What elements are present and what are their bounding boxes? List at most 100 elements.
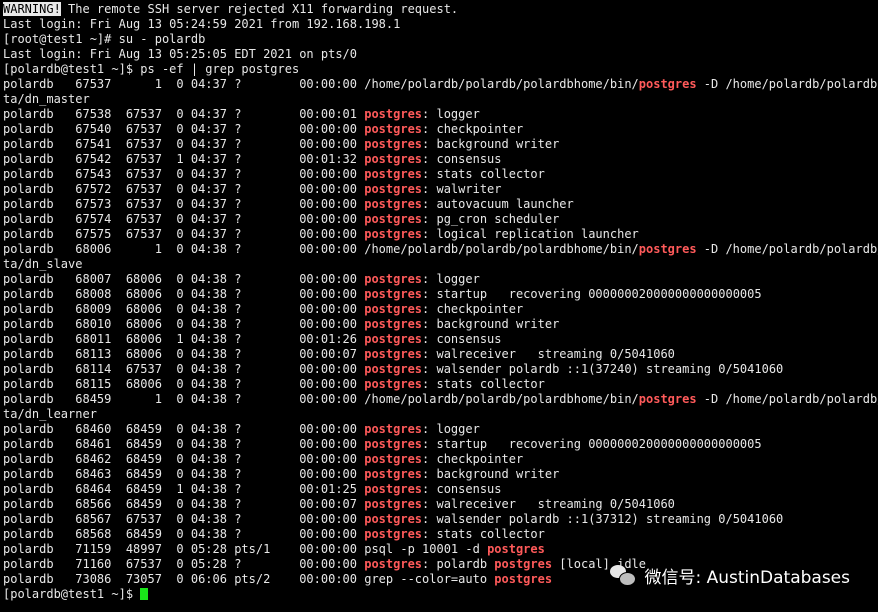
terminal-text: polardb 67575 67537 0 04:37 ? 00:00:00	[3, 227, 365, 241]
terminal-text: : background writer	[422, 317, 560, 331]
terminal-text: polardb 68567 67537 0 04:38 ? 00:00:00	[3, 512, 365, 526]
terminal-line: polardb 68459 1 0 04:38 ? 00:00:00 /home…	[3, 392, 878, 407]
terminal-text: The remote SSH server rejected X11 forwa…	[60, 2, 459, 16]
terminal-line: polardb 68006 1 0 04:38 ? 00:00:00 /home…	[3, 242, 878, 257]
grep-match: postgres	[364, 212, 423, 226]
terminal-text: polardb 68011 68006 1 04:38 ? 00:01:26	[3, 332, 365, 346]
terminal-text: polardb 68463 68459 0 04:38 ? 00:00:00	[3, 467, 365, 481]
terminal-text: : checkpointer	[422, 302, 524, 316]
grep-match: postgres	[364, 272, 423, 286]
grep-match: postgres	[364, 512, 423, 526]
terminal-text: Last login: Fri Aug 13 05:25:05 EDT 2021…	[3, 47, 358, 61]
terminal-text: : logger	[422, 107, 480, 121]
grep-match: postgres	[638, 242, 697, 256]
grep-match: postgres	[638, 77, 697, 91]
terminal-line: polardb 68461 68459 0 04:38 ? 00:00:00 p…	[3, 437, 878, 452]
grep-match: postgres	[364, 557, 423, 571]
terminal-line: polardb 67543 67537 0 04:37 ? 00:00:00 p…	[3, 167, 878, 182]
terminal-line: polardb 68463 68459 0 04:38 ? 00:00:00 p…	[3, 467, 878, 482]
terminal-line: polardb 71159 48997 0 05:28 pts/1 00:00:…	[3, 542, 878, 557]
terminal-text: polardb 67574 67537 0 04:37 ? 00:00:00	[3, 212, 365, 226]
terminal-text: : background writer	[422, 137, 560, 151]
grep-match: postgres	[364, 437, 423, 451]
watermark-text: 微信号: AustinDatabases	[644, 568, 850, 588]
grep-match: postgres	[364, 197, 423, 211]
terminal-text: polardb 67573 67537 0 04:37 ? 00:00:00	[3, 197, 365, 211]
terminal-text: polardb 67538 67537 0 04:37 ? 00:00:01	[3, 107, 365, 121]
terminal-text: polardb 68009 68006 0 04:38 ? 00:00:00	[3, 302, 365, 316]
terminal-text: : walsender polardb ::1(37312) streaming…	[422, 512, 784, 526]
terminal-text: polardb 68010 68006 0 04:38 ? 00:00:00	[3, 317, 365, 331]
terminal-text: : walreceiver streaming 0/5041060	[422, 347, 675, 361]
terminal-line: polardb 68115 68006 0 04:38 ? 00:00:00 p…	[3, 377, 878, 392]
terminal-line: polardb 67574 67537 0 04:37 ? 00:00:00 p…	[3, 212, 878, 227]
terminal-line: polardb 68011 68006 1 04:38 ? 00:01:26 p…	[3, 332, 878, 347]
grep-match: postgres	[364, 482, 423, 496]
terminal-line: [polardb@test1 ~]$	[3, 587, 878, 602]
terminal-line: polardb 67538 67537 0 04:37 ? 00:00:01 p…	[3, 107, 878, 122]
terminal-text: polardb 68007 68006 0 04:38 ? 00:00:00	[3, 272, 365, 286]
terminal-line: polardb 67537 1 0 04:37 ? 00:00:00 /home…	[3, 77, 878, 92]
terminal-output[interactable]: WARNING! The remote SSH server rejected …	[3, 2, 878, 602]
terminal-text: polardb 67572 67537 0 04:37 ? 00:00:00	[3, 182, 365, 196]
terminal-line: WARNING! The remote SSH server rejected …	[3, 2, 878, 17]
terminal-text: polardb 68115 68006 0 04:38 ? 00:00:00	[3, 377, 365, 391]
terminal-text: [root@test1 ~]# su - polardb	[3, 32, 206, 46]
terminal-text: ta/dn_slave	[3, 257, 83, 271]
terminal-text: polardb 68464 68459 1 04:38 ? 00:01:25	[3, 482, 365, 496]
terminal-text: polardb 68113 68006 0 04:38 ? 00:00:07	[3, 347, 365, 361]
terminal-line: polardb 68010 68006 0 04:38 ? 00:00:00 p…	[3, 317, 878, 332]
wechat-icon	[610, 564, 637, 587]
terminal-line: ta/dn_slave	[3, 257, 878, 272]
terminal-text: : consensus	[422, 332, 502, 346]
terminal-text: ta/dn_master	[3, 92, 90, 106]
terminal-line: polardb 67573 67537 0 04:37 ? 00:00:00 p…	[3, 197, 878, 212]
terminal-text: polardb 67543 67537 0 04:37 ? 00:00:00	[3, 167, 365, 181]
terminal-text: : walreceiver streaming 0/5041060	[422, 497, 675, 511]
terminal-text: : logger	[422, 422, 480, 436]
terminal-text: -D /home/polardb/polardb/da	[703, 392, 878, 406]
text-cursor	[140, 588, 149, 600]
grep-match: postgres	[364, 362, 423, 376]
grep-match: postgres	[364, 122, 423, 136]
terminal-text: : pg_cron scheduler	[422, 212, 560, 226]
terminal-line: [polardb@test1 ~]$ ps -ef | grep postgre…	[3, 62, 878, 77]
terminal-text: -D /home/polardb/polardb/da	[703, 77, 878, 91]
terminal-text: : walsender polardb ::1(37240) streaming…	[422, 362, 784, 376]
terminal-line: polardb 68568 68459 0 04:38 ? 00:00:00 p…	[3, 527, 878, 542]
terminal-text: : autovacuum launcher	[422, 197, 574, 211]
warning-label: WARNING!	[3, 2, 61, 16]
terminal-text: polardb 67537 1 0 04:37 ? 00:00:00 /home…	[3, 77, 639, 91]
terminal-text: : consensus	[422, 482, 502, 496]
watermark: 微信号: AustinDatabases	[610, 563, 850, 588]
terminal-line: polardb 67541 67537 0 04:37 ? 00:00:00 p…	[3, 137, 878, 152]
terminal-text: : startup recovering 0000000200000000000…	[422, 437, 762, 451]
terminal-line: polardb 68007 68006 0 04:38 ? 00:00:00 p…	[3, 272, 878, 287]
grep-match: postgres	[364, 497, 423, 511]
grep-match: postgres	[494, 557, 553, 571]
terminal-text: polardb 68462 68459 0 04:38 ? 00:00:00	[3, 452, 365, 466]
terminal-text: : polardb	[422, 557, 495, 571]
terminal-text: : stats collector	[422, 167, 545, 181]
terminal-line: polardb 67575 67537 0 04:37 ? 00:00:00 p…	[3, 227, 878, 242]
grep-match: postgres	[364, 287, 423, 301]
terminal-text: polardb 73086 73057 0 06:06 pts/2 00:00:…	[3, 572, 495, 586]
terminal-text: : stats collector	[422, 377, 545, 391]
terminal-line: polardb 67540 67537 0 04:37 ? 00:00:00 p…	[3, 122, 878, 137]
grep-match: postgres	[364, 302, 423, 316]
grep-match: postgres	[638, 392, 697, 406]
terminal-text: : stats collector	[422, 527, 545, 541]
terminal-text: polardb 68459 1 0 04:38 ? 00:00:00 /home…	[3, 392, 639, 406]
terminal-text: polardb 68461 68459 0 04:38 ? 00:00:00	[3, 437, 365, 451]
grep-match: postgres	[364, 227, 423, 241]
terminal-line: polardb 68566 68459 0 04:38 ? 00:00:07 p…	[3, 497, 878, 512]
terminal-text: : walwriter	[422, 182, 502, 196]
grep-match: postgres	[487, 542, 545, 556]
terminal-line: polardb 67542 67537 1 04:37 ? 00:01:32 p…	[3, 152, 878, 167]
terminal-text: [polardb@test1 ~]$	[3, 587, 141, 601]
grep-match: postgres	[364, 467, 423, 481]
terminal-text: -D /home/polardb/polardb/da	[703, 242, 878, 256]
grep-match: postgres	[364, 137, 423, 151]
terminal-text: : background writer	[422, 467, 560, 481]
terminal-line: polardb 68460 68459 0 04:38 ? 00:00:00 p…	[3, 422, 878, 437]
